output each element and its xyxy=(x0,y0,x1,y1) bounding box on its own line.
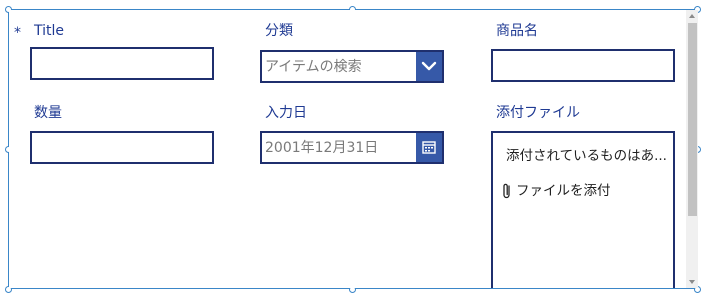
calendar-icon xyxy=(422,141,436,154)
attachments-control[interactable]: 添付されているものはあ... ファイルを添付 xyxy=(491,131,675,288)
input-date-picker[interactable]: 2001年12月31日 xyxy=(260,131,444,164)
vertical-scrollbar[interactable] xyxy=(686,10,698,288)
edit-form: * Title 分類 アイテムの検索 商品名 数量 入力日 2001年12月31… xyxy=(9,10,686,288)
input-date-value[interactable]: 2001年12月31日 xyxy=(265,140,378,156)
category-label: 分類 xyxy=(265,23,293,39)
product-name-label: 商品名 xyxy=(496,23,538,39)
quantity-label: 数量 xyxy=(34,105,62,121)
form-screen: * Title 分類 アイテムの検索 商品名 数量 入力日 2001年12月31… xyxy=(0,0,710,295)
title-label: Title xyxy=(34,23,65,39)
product-name-input[interactable] xyxy=(491,49,675,82)
category-search-placeholder[interactable]: アイテムの検索 xyxy=(265,59,362,75)
input-date-label: 入力日 xyxy=(265,105,307,121)
attachments-existing-text: 添付されているものはあ... xyxy=(506,148,667,164)
scrollbar-thumb[interactable] xyxy=(688,23,697,216)
category-dropdown-button[interactable] xyxy=(416,52,442,81)
attach-file-label: ファイルを添付 xyxy=(516,183,611,199)
scroll-up-arrow-icon[interactable] xyxy=(689,14,695,18)
quantity-input[interactable] xyxy=(30,131,214,164)
chevron-down-icon xyxy=(421,61,437,71)
required-marker: * xyxy=(14,25,21,41)
paperclip-icon xyxy=(503,183,510,199)
scroll-down-arrow-icon[interactable] xyxy=(689,280,695,284)
category-combobox[interactable]: アイテムの検索 xyxy=(260,50,444,83)
attach-file-button[interactable]: ファイルを添付 xyxy=(500,182,650,200)
attachments-label: 添付ファイル xyxy=(496,105,580,121)
date-picker-button[interactable] xyxy=(416,133,442,162)
title-input[interactable] xyxy=(30,47,214,80)
